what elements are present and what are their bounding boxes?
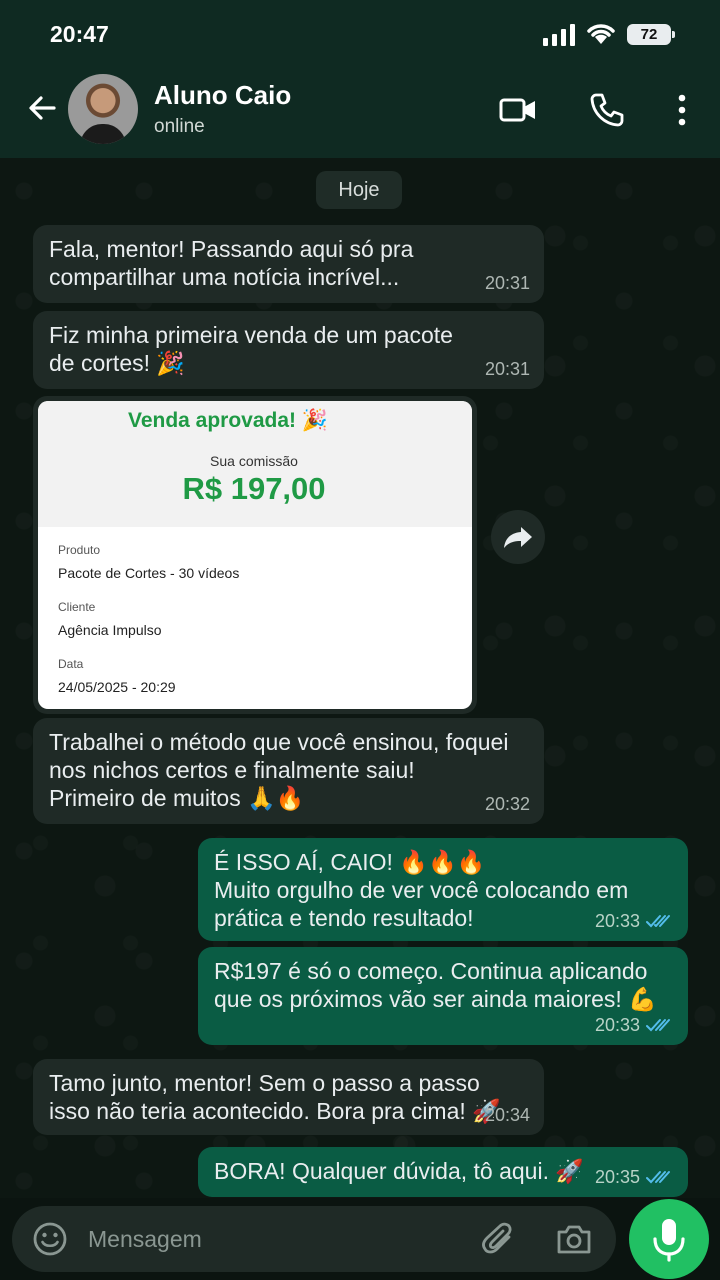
microphone-icon bbox=[653, 1219, 685, 1262]
attachment-icon[interactable] bbox=[480, 1220, 518, 1258]
message-time: 20:34 bbox=[484, 1105, 530, 1125]
camera-icon[interactable] bbox=[555, 1220, 593, 1258]
receipt-image-message[interactable]: Venda aprovada! 🎉 Sua comissão R$ 197,00… bbox=[33, 396, 477, 714]
message-time: 20:33 bbox=[594, 911, 640, 931]
chat-header: Aluno Caio online bbox=[0, 70, 720, 158]
message-text: Fala, mentor! Passando aqui só pra compa… bbox=[49, 236, 414, 290]
message-bubble-outgoing[interactable]: R$197 é só o começo. Continua aplicando … bbox=[198, 947, 688, 1045]
read-receipt-icon bbox=[646, 1171, 670, 1184]
product-value: Pacote de Cortes - 30 vídeos bbox=[58, 565, 240, 581]
message-text: Fiz minha primeira venda de um pacote de… bbox=[49, 322, 453, 376]
message-time: 20:31 bbox=[484, 359, 530, 379]
message-bubble-incoming[interactable]: Trabalhei o método que você ensinou, foq… bbox=[33, 718, 544, 824]
message-time: 20:31 bbox=[484, 273, 530, 293]
video-call-icon[interactable] bbox=[498, 90, 538, 130]
message-bubble-incoming[interactable]: Fiz minha primeira venda de um pacote de… bbox=[33, 311, 544, 389]
message-time: 20:32 bbox=[484, 794, 530, 814]
status-bar: 20:47 72 bbox=[0, 0, 720, 70]
date-chip: Hoje bbox=[316, 171, 402, 209]
status-time: 20:47 bbox=[50, 21, 109, 47]
wifi-icon bbox=[587, 24, 615, 44]
date-value: 24/05/2025 - 20:29 bbox=[58, 679, 176, 695]
message-text: R$197 é só o começo. Continua aplicando … bbox=[214, 958, 657, 1012]
message-meta: 20:31 bbox=[485, 269, 530, 297]
client-value: Agência Impulso bbox=[58, 622, 162, 638]
contact-name[interactable]: Aluno Caio bbox=[154, 80, 291, 111]
message-text: Trabalhei o método que você ensinou, foq… bbox=[49, 729, 509, 811]
message-composer bbox=[12, 1206, 616, 1272]
message-input[interactable] bbox=[88, 1220, 388, 1258]
commission-label: Sua comissão bbox=[210, 453, 298, 469]
receipt-card: Venda aprovada! 🎉 Sua comissão R$ 197,00… bbox=[38, 401, 472, 709]
voice-message-button[interactable] bbox=[629, 1199, 709, 1279]
read-receipt-icon bbox=[646, 1019, 670, 1032]
message-bubble-outgoing[interactable]: BORA! Qualquer dúvida, tô aqui. 🚀 20:35 bbox=[198, 1147, 688, 1197]
more-options-icon[interactable] bbox=[662, 90, 702, 130]
message-text: Tamo junto, mentor! Sem o passo a passo … bbox=[49, 1070, 501, 1124]
emoji-icon[interactable] bbox=[32, 1221, 68, 1257]
back-arrow-icon[interactable] bbox=[24, 90, 60, 126]
contact-status: online bbox=[154, 116, 205, 137]
commission-value: R$ 197,00 bbox=[182, 471, 326, 506]
message-meta: 20:31 bbox=[485, 355, 530, 383]
message-time: 20:33 bbox=[594, 1015, 640, 1035]
message-bubble-incoming[interactable]: Tamo junto, mentor! Sem o passo a passo … bbox=[33, 1059, 544, 1135]
message-time: 20:35 bbox=[594, 1167, 640, 1187]
battery-indicator: 72 bbox=[627, 24, 675, 45]
read-receipt-icon bbox=[646, 915, 670, 928]
signal-icon bbox=[543, 24, 575, 46]
date-label: Data bbox=[58, 657, 84, 671]
top-bar: 20:47 72 Aluno Caio online bbox=[0, 0, 720, 158]
product-label: Produto bbox=[58, 543, 101, 557]
message-meta: 20:33 bbox=[595, 1011, 674, 1039]
message-bubble-outgoing[interactable]: É ISSO AÍ, CAIO! 🔥🔥🔥 Muito orgulho de ve… bbox=[198, 838, 688, 941]
chat-area[interactable]: Hoje Fala, mentor! Passando aqui só pra … bbox=[0, 158, 720, 1198]
forward-icon bbox=[504, 527, 532, 548]
message-meta: 20:35 bbox=[595, 1163, 674, 1191]
message-meta: 20:32 bbox=[485, 790, 530, 818]
contact-avatar[interactable] bbox=[68, 74, 138, 144]
phone-call-icon[interactable] bbox=[587, 90, 627, 130]
forward-button[interactable] bbox=[491, 510, 545, 564]
message-meta: 20:33 bbox=[595, 907, 674, 935]
client-label: Cliente bbox=[58, 600, 96, 614]
message-meta: 20:34 bbox=[485, 1101, 530, 1129]
receipt-title: Venda aprovada! 🎉 bbox=[127, 409, 329, 432]
message-bubble-incoming[interactable]: Fala, mentor! Passando aqui só pra compa… bbox=[33, 225, 544, 303]
